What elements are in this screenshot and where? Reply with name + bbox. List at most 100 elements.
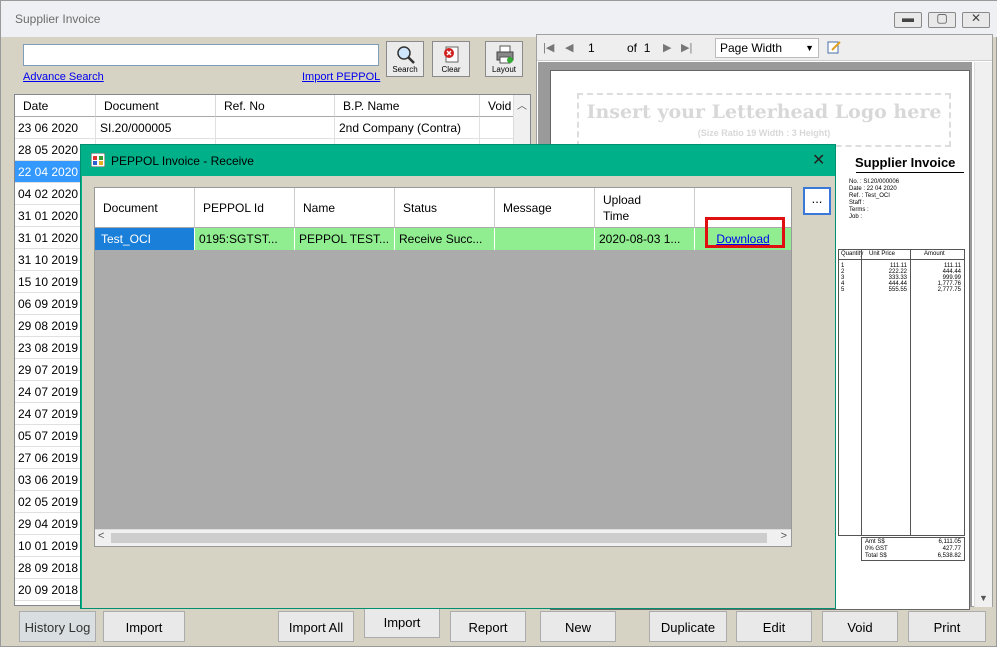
report-info-line: Date : 22 04 2020 xyxy=(849,186,897,192)
last-page-icon[interactable]: ▶| xyxy=(681,41,692,54)
dialog-body: Document PEPPOL Id Name Status Message U… xyxy=(82,176,835,608)
dialog-horizontal-scrollbar[interactable]: < > xyxy=(95,529,791,546)
report-item-amount: 2,777.75 xyxy=(937,287,961,293)
column-header-ref-no[interactable]: Ref. No xyxy=(216,95,335,117)
cell-ref[interactable] xyxy=(216,117,335,139)
edit-report-icon[interactable] xyxy=(827,40,841,54)
table-divider xyxy=(861,250,862,535)
column-header-document[interactable]: Document xyxy=(95,188,195,228)
cell-message[interactable] xyxy=(495,228,595,250)
previous-page-icon[interactable]: ◀ xyxy=(565,41,573,54)
column-header-date[interactable]: Date xyxy=(15,95,96,117)
new-button[interactable]: New xyxy=(540,611,616,642)
scroll-right-icon[interactable]: > xyxy=(781,530,787,542)
window-app-icon xyxy=(91,153,105,167)
report-total-value: 6,538.82 xyxy=(937,553,961,559)
column-header-name[interactable]: Name xyxy=(295,188,395,228)
page-number-input[interactable]: 1 xyxy=(585,39,619,57)
cell-void[interactable] xyxy=(480,117,515,139)
duplicate-button[interactable]: Duplicate xyxy=(649,611,727,642)
layout-button-label: Layout xyxy=(491,65,517,74)
upload-time-line-2: Time xyxy=(603,208,630,223)
zoom-select[interactable]: Page Width ▼ xyxy=(715,38,819,58)
column-header-document[interactable]: Document xyxy=(96,95,216,117)
cell-peppol-id[interactable]: 0195:SGTST... xyxy=(195,228,295,250)
close-button[interactable]: ✕ xyxy=(962,11,990,28)
report-totals: Amt S$ 6,111.05 0% GST 427.77 Total S$ 6,538.… xyxy=(861,537,965,561)
report-total-label: 0% GST xyxy=(865,546,888,552)
first-page-icon[interactable]: |◀ xyxy=(543,41,554,54)
history-log-button[interactable]: History Log xyxy=(19,611,96,642)
more-options-button[interactable]: ... xyxy=(803,187,831,215)
of-label: of xyxy=(627,41,638,55)
search-input[interactable] xyxy=(23,44,379,66)
scrollbar-thumb[interactable] xyxy=(111,533,767,543)
advance-search-link[interactable]: Advance Search xyxy=(23,71,104,83)
minimize-icon: ▬ xyxy=(902,11,914,25)
report-info-line: Staff : xyxy=(849,200,865,206)
scroll-up-icon[interactable]: ︿ xyxy=(517,97,527,112)
letterhead-size-text: (Size Ratio 19 Width : 3 Height) xyxy=(697,128,831,138)
scroll-left-icon[interactable]: < xyxy=(98,530,104,542)
layout-button[interactable]: Layout xyxy=(485,41,523,77)
letterhead-text: Insert your Letterhead Logo here xyxy=(586,101,942,123)
maximize-button[interactable]: ▢ xyxy=(928,11,956,28)
column-header-peppol-id[interactable]: PEPPOL Id xyxy=(195,188,295,228)
search-button[interactable]: Search xyxy=(386,41,424,77)
column-header-void[interactable]: Void xyxy=(480,95,515,117)
preview-vertical-scrollbar[interactable]: ▼ xyxy=(974,62,992,607)
report-items-header-cell: Amount xyxy=(924,251,945,257)
report-items-header: Quantity Unit Price Amount xyxy=(839,250,964,260)
edit-button[interactable]: Edit xyxy=(736,611,812,642)
download-highlight-box xyxy=(705,217,785,248)
report-items-header-cell: Unit Price xyxy=(869,251,896,257)
printer-icon xyxy=(496,45,514,64)
cell-bp[interactable]: 2nd Company (Contra) xyxy=(335,117,480,139)
page-of-label: of 1 xyxy=(627,41,650,55)
scroll-down-icon[interactable]: ▼ xyxy=(975,593,992,603)
report-item-price: 555.55 xyxy=(888,287,907,293)
clear-icon xyxy=(444,46,459,63)
report-total-value: 6,111.05 xyxy=(938,539,961,545)
next-page-icon[interactable]: ▶ xyxy=(663,41,671,54)
upload-time-line-1: Upload xyxy=(603,192,642,207)
letterhead-placeholder: Insert your Letterhead Logo here (Size R… xyxy=(577,93,951,147)
title-bar: Supplier Invoice ▬ ▢ ✕ xyxy=(1,1,997,37)
minimize-button[interactable]: ▬ xyxy=(894,11,922,28)
report-total-label: Total S$ xyxy=(865,553,887,559)
table-row[interactable]: 23 06 2020 SI.20/000005 2nd Company (Contr… xyxy=(15,117,515,139)
report-button[interactable]: Report xyxy=(450,611,526,642)
search-button-label: Search xyxy=(392,65,418,74)
import-peppol-link[interactable]: Import PEPPOL xyxy=(302,71,380,83)
cell-status[interactable]: Receive Succ... xyxy=(395,228,495,250)
preview-toolbar: |◀ ◀ 1 of 1 ▶ ▶| Page Width ▼ xyxy=(537,35,992,61)
peppol-receive-dialog: PEPPOL Invoice - Receive ✕ Document PEPP… xyxy=(80,144,836,609)
column-header-status[interactable]: Status xyxy=(395,188,495,228)
cell-document[interactable]: Test_OCI xyxy=(95,228,195,250)
peppol-invoice-grid[interactable]: Document PEPPOL Id Name Status Message U… xyxy=(94,187,792,547)
column-header-upload-time[interactable]: Upload Time xyxy=(595,188,695,228)
column-header-message[interactable]: Message xyxy=(495,188,595,228)
clear-button-label: Clear xyxy=(441,65,461,74)
peppol-invoice-row[interactable]: Test_OCI 0195:SGTST... PEPPOL TEST... Re… xyxy=(95,228,791,250)
report-total-label: Amt S$ xyxy=(865,539,885,545)
report-items-header-cell: Quantity xyxy=(841,251,864,257)
import-button-2[interactable]: Import xyxy=(364,606,440,638)
cell-upload-time[interactable]: 2020-08-03 1... xyxy=(595,228,695,250)
import-button[interactable]: Import xyxy=(103,611,185,642)
void-button[interactable]: Void xyxy=(822,611,898,642)
report-item-qty: 5 xyxy=(841,287,845,293)
report-total-value: 427.77 xyxy=(942,546,961,552)
import-all-button[interactable]: Import All xyxy=(278,611,354,642)
report-items-table: Quantity Unit Price Amount 1 111.11 111.11 2 2… xyxy=(838,249,965,536)
report-info-line: No. : SI.20/000006 xyxy=(849,179,900,185)
cell-date[interactable]: 23 06 2020 xyxy=(15,117,96,139)
clear-button[interactable]: Clear xyxy=(432,41,470,77)
column-header-bp-name[interactable]: B.P. Name xyxy=(335,95,480,117)
search-icon xyxy=(397,46,415,64)
dropdown-arrow-icon: ▼ xyxy=(805,43,814,53)
print-button[interactable]: Print xyxy=(908,611,986,642)
dialog-close-icon[interactable]: ✕ xyxy=(812,150,825,170)
cell-name[interactable]: PEPPOL TEST... xyxy=(295,228,395,250)
cell-document[interactable]: SI.20/000005 xyxy=(96,117,216,139)
